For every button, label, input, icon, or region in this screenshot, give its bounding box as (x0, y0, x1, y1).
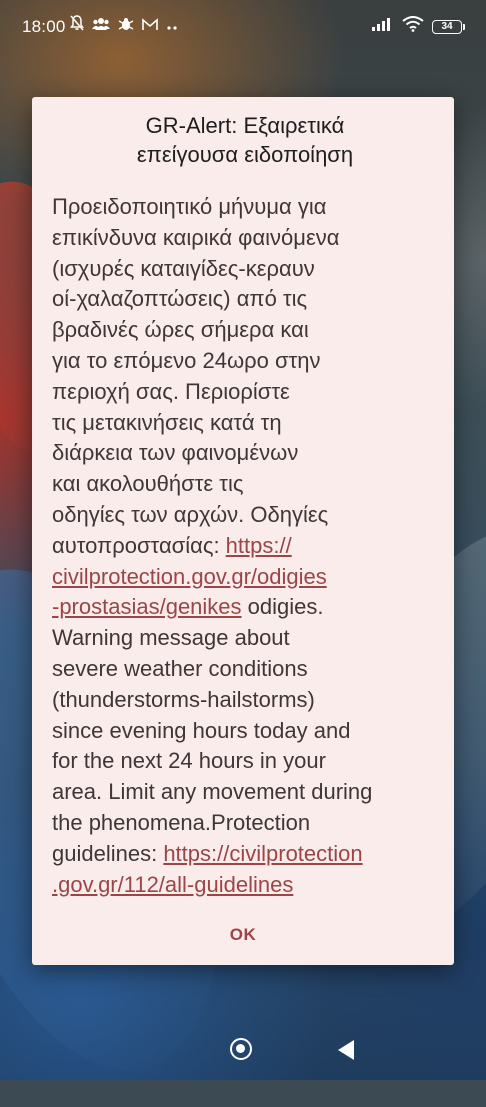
alert-greek-text: Προειδοποιητικό μήνυμα για επικίνδυνα κα… (52, 194, 340, 558)
ok-button[interactable]: OK (222, 921, 264, 949)
battery-level: 34 (441, 21, 453, 32)
alert-title-line: επείγουσα ειδοποίηση (136, 142, 354, 167)
system-icons: 34 (372, 16, 465, 37)
alert-title: GR-Alert: Εξαιρετικά επείγουσα ειδοποίησ… (80, 111, 410, 169)
wifi-icon (402, 16, 424, 37)
battery-icon: 34 (432, 19, 465, 34)
alert-title-line: GR-Alert: Εξαιρετικά (145, 113, 345, 138)
mute-bell-icon (70, 15, 84, 36)
back-triangle-icon[interactable] (338, 1040, 354, 1060)
alert-message: Προειδοποιητικό μήνυμα για επικίνδυνα κα… (52, 192, 444, 900)
navigation-bar (0, 1020, 486, 1080)
bug-icon (118, 16, 134, 36)
home-circle-icon[interactable] (230, 1038, 252, 1060)
alert-english-text: odigies. Warning message about severe we… (52, 594, 373, 866)
notification-icons (70, 15, 178, 36)
gmail-icon (142, 16, 158, 36)
signal-icon (372, 17, 394, 36)
more-dots-icon (166, 16, 178, 36)
status-time: 18:00 (22, 17, 66, 36)
status-bar: 18:00 34 (0, 0, 486, 54)
emergency-alert-dialog: GR-Alert: Εξαιρετικά επείγουσα ειδοποίησ… (32, 97, 454, 965)
group-icon (92, 16, 110, 36)
